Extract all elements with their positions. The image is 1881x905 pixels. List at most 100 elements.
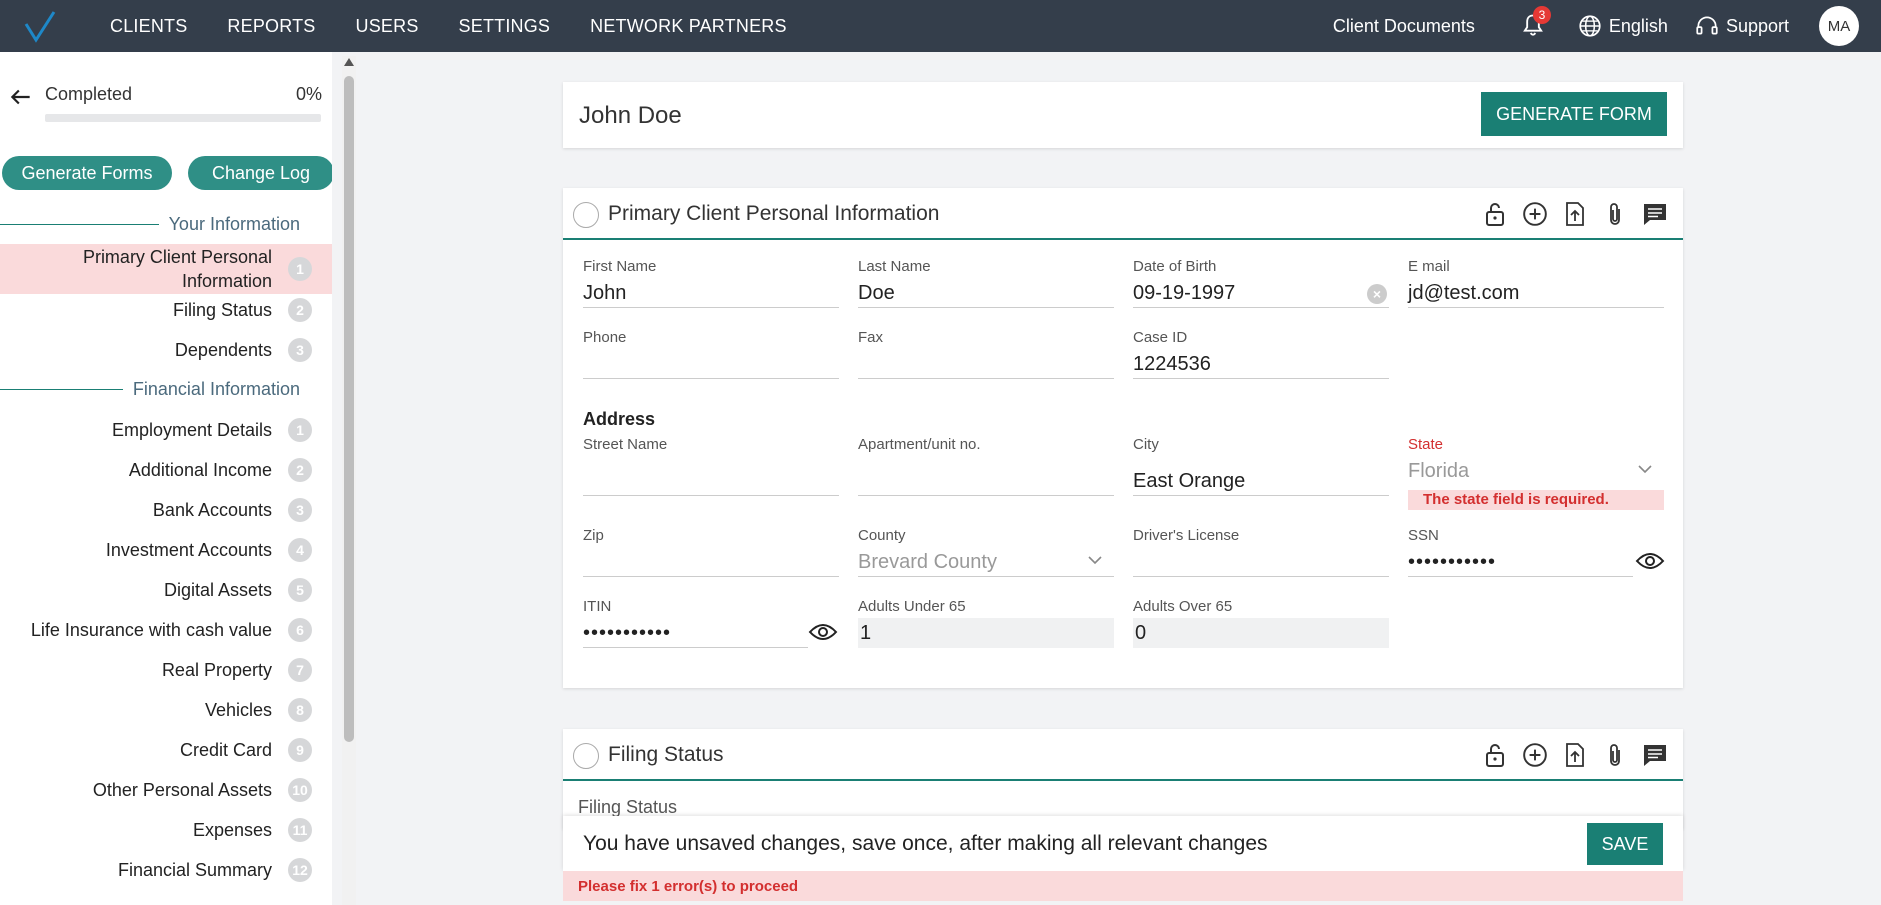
clear-icon[interactable]: × (1367, 284, 1387, 304)
eye-icon[interactable] (1635, 551, 1665, 571)
scrollbar-thumb[interactable] (344, 76, 354, 742)
filing-status-label: Filing Status (578, 797, 678, 817)
sidebar-item-expenses[interactable]: Expenses 11 (0, 815, 332, 845)
fax-input[interactable] (858, 349, 1114, 379)
chevron-down-icon[interactable] (1638, 464, 1652, 474)
sidebar-item-employment-details[interactable]: Employment Details 1 (0, 415, 332, 445)
language-label: English (1608, 15, 1668, 36)
ssn-input[interactable]: ••••••••••• (1408, 547, 1633, 577)
add-circle-icon[interactable] (1521, 200, 1549, 228)
sidebar-item-other-personal-assets[interactable]: Other Personal Assets 10 (0, 775, 332, 805)
sidebar-item-number: 8 (288, 698, 312, 722)
section-heading-label: Financial Information (132, 378, 300, 399)
street-name-input[interactable] (583, 456, 839, 496)
sidebar-item-number: 2 (288, 458, 312, 482)
app-logo[interactable] (22, 10, 58, 44)
zip-input[interactable] (583, 547, 839, 577)
chevron-down-icon[interactable] (1088, 555, 1102, 565)
sidebar-item-label: Employment Details (111, 420, 272, 440)
field-label: Adults Over 65 (1133, 598, 1233, 615)
phone-input[interactable] (583, 349, 839, 379)
first-name-input[interactable]: John (583, 278, 839, 308)
last-name-input[interactable]: Doe (858, 278, 1114, 308)
section-title: Filing Status (608, 743, 724, 766)
sidebar-item-number: 1 (288, 257, 312, 281)
generate-form-button[interactable]: GENERATE FORM (1481, 92, 1667, 136)
globe-icon (1579, 15, 1601, 37)
back-arrow-icon[interactable] (8, 84, 34, 110)
nav-users[interactable]: USERS (356, 16, 419, 37)
sidebar-item-life-insurance[interactable]: Life Insurance with cash value 6 (0, 615, 332, 645)
form-error-bar: Please fix 1 error(s) to proceed (563, 871, 1683, 901)
sidebar-item-number: 5 (288, 578, 312, 602)
sidebar-item-vehicles[interactable]: Vehicles 8 (0, 695, 332, 725)
eye-icon[interactable] (808, 622, 838, 642)
section-complete-checkbox[interactable] (573, 743, 599, 769)
sidebar-item-label: Real Property (161, 660, 272, 680)
progress-bar (45, 114, 321, 122)
sidebar-item-primary-client[interactable]: Primary Client Personal Information 1 (0, 244, 332, 294)
section-title: Primary Client Personal Information (608, 202, 940, 225)
nav-reports[interactable]: REPORTS (227, 16, 315, 37)
section-heading-financial-information: Financial Information (0, 377, 300, 401)
date-of-birth-input[interactable]: 09-19-1997 (1133, 278, 1389, 308)
sidebar-item-bank-accounts[interactable]: Bank Accounts 3 (0, 495, 332, 525)
sidebar-scrollbar[interactable] (342, 56, 356, 905)
language-selector[interactable]: English (1577, 13, 1668, 39)
user-avatar[interactable]: MA (1819, 6, 1859, 46)
sidebar-item-real-property[interactable]: Real Property 7 (0, 655, 332, 685)
support-label: Support (1725, 15, 1789, 36)
sidebar-item-dependents[interactable]: Dependents 3 (0, 335, 332, 365)
comment-icon[interactable] (1641, 741, 1669, 769)
field-label: Street Name (583, 436, 668, 453)
county-field: County Brevard County (858, 527, 1114, 577)
comment-icon[interactable] (1641, 200, 1669, 228)
sidebar-item-financial-summary[interactable]: Financial Summary 12 (0, 855, 332, 885)
ssn-field: SSN ••••••••••• (1408, 527, 1633, 577)
sidebar-item-investment-accounts[interactable]: Investment Accounts 4 (0, 535, 332, 565)
headset-icon (1696, 16, 1718, 35)
sidebar-item-number: 12 (288, 858, 312, 882)
change-log-button[interactable]: Change Log (188, 156, 332, 190)
field-label: First Name (583, 258, 657, 275)
field-label: Driver's License (1133, 527, 1240, 544)
field-label: ITIN (583, 598, 612, 615)
add-circle-icon[interactable] (1521, 741, 1549, 769)
lock-icon[interactable] (1481, 200, 1509, 228)
state-select[interactable]: Florida (1408, 456, 1664, 486)
attachment-icon[interactable] (1601, 741, 1629, 769)
support-link[interactable]: Support (1694, 13, 1789, 39)
sidebar-item-additional-income[interactable]: Additional Income 2 (0, 455, 332, 485)
client-header-card: John Doe GENERATE FORM (563, 82, 1683, 148)
itin-input[interactable]: ••••••••••• (583, 618, 808, 648)
nav-clients[interactable]: CLIENTS (110, 16, 187, 37)
city-input[interactable]: East Orange (1133, 456, 1389, 496)
case-id-input[interactable]: 1224536 (1133, 349, 1389, 379)
drivers-license-input[interactable] (1133, 547, 1389, 577)
lock-icon[interactable] (1481, 741, 1509, 769)
field-label: County (858, 527, 906, 544)
drivers-license-field: Driver's License (1133, 527, 1389, 577)
apartment-input[interactable] (858, 456, 1114, 496)
notifications-button[interactable]: 3 (1519, 6, 1551, 40)
upload-file-icon[interactable] (1561, 200, 1589, 228)
notification-badge: 3 (1532, 6, 1551, 24)
save-button[interactable]: SAVE (1587, 823, 1663, 865)
attachment-icon[interactable] (1601, 200, 1629, 228)
sidebar-item-digital-assets[interactable]: Digital Assets 5 (0, 575, 332, 605)
scroll-up-arrow-icon[interactable] (344, 58, 354, 66)
section-complete-checkbox[interactable] (573, 202, 599, 228)
nav-settings[interactable]: SETTINGS (459, 16, 551, 37)
section-heading-your-information: Your Information (0, 212, 300, 236)
generate-forms-button[interactable]: Generate Forms (2, 156, 172, 190)
sidebar-item-filing-status[interactable]: Filing Status 2 (0, 295, 332, 325)
email-input[interactable]: jd@test.com (1408, 278, 1664, 308)
sidebar-item-credit-card[interactable]: Credit Card 9 (0, 735, 332, 765)
sidebar-item-label: Digital Assets (163, 580, 272, 600)
county-select[interactable]: Brevard County (858, 547, 1114, 577)
nav-network-partners[interactable]: NETWORK PARTNERS (590, 16, 787, 37)
client-documents-link[interactable]: Client Documents (1333, 16, 1475, 37)
upload-file-icon[interactable] (1561, 741, 1589, 769)
personal-info-card: Primary Client Personal Information Firs… (563, 188, 1683, 688)
sidebar-item-label: Bank Accounts (152, 500, 272, 520)
